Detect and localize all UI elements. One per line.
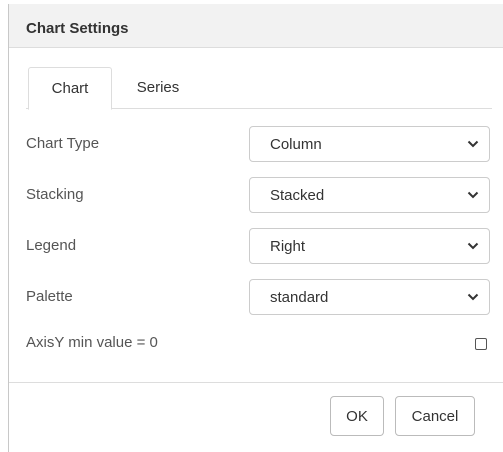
chart-settings-dialog: Chart Settings Chart Series Chart Type C…: [8, 4, 503, 452]
tab-series[interactable]: Series: [122, 67, 194, 109]
stacking-select[interactable]: Stacked: [249, 177, 490, 213]
tab-bar: Chart Series: [26, 67, 492, 110]
palette-value: standard: [270, 289, 329, 306]
legend-value: Right: [270, 238, 306, 255]
dialog-titlebar: Chart Settings: [9, 4, 503, 48]
chart-type-label: Chart Type: [26, 135, 100, 152]
cancel-button[interactable]: Cancel: [395, 396, 475, 436]
stacking-value: Stacked: [270, 187, 325, 204]
chevron-down-icon: [467, 191, 479, 199]
legend-label: Legend: [26, 237, 77, 254]
footer-divider: [9, 382, 503, 383]
legend-select[interactable]: Right: [249, 228, 490, 264]
stacking-label: Stacking: [26, 186, 84, 203]
chart-type-value: Column: [270, 136, 322, 153]
chevron-down-icon: [467, 140, 479, 148]
palette-label: Palette: [26, 288, 73, 305]
palette-select[interactable]: standard: [249, 279, 490, 315]
dialog-title: Chart Settings: [26, 20, 129, 37]
chart-type-select[interactable]: Column: [249, 126, 490, 162]
axis-y-min-checkbox[interactable]: [475, 338, 487, 350]
chevron-down-icon: [467, 293, 479, 301]
ok-button[interactable]: OK: [330, 396, 384, 436]
axis-y-min-label: AxisY min value = 0: [26, 334, 158, 351]
chevron-down-icon: [467, 242, 479, 250]
tab-chart[interactable]: Chart: [28, 67, 112, 110]
